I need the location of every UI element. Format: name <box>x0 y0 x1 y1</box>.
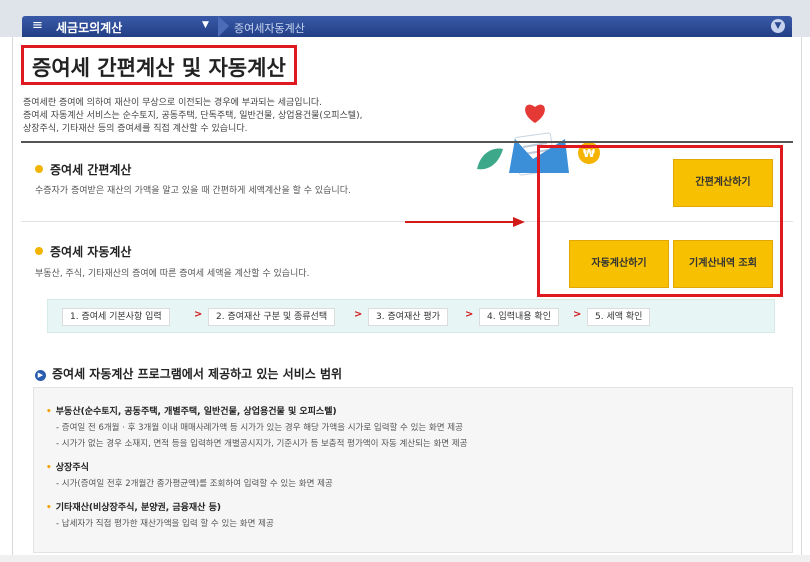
bullet-icon: • <box>46 503 52 513</box>
simple-calc-title: 증여세 간편계산 <box>50 163 132 177</box>
chevron-down-icon[interactable]: ▼ <box>202 20 209 30</box>
step-5: 5. 세액 확인 <box>587 308 651 326</box>
intro-line-1: 증여세란 증여에 의하여 재산이 무상으로 이전되는 경우에 부과되는 세금입니… <box>23 98 322 108</box>
step-3: 3. 증여재산 평가 <box>368 308 448 326</box>
chevron-right-icon: > <box>194 309 203 320</box>
scope-title: 증여세 자동계산 프로그램에서 제공하고 있는 서비스 범위 <box>52 367 343 381</box>
arrow-right-icon <box>513 217 525 227</box>
top-bar: ≡ 세금모의계산 ▼ 증여세자동계산 ▼ <box>0 0 810 37</box>
scope-item-label: 상장주식 <box>55 463 89 473</box>
process-steps: 1. 증여세 기본사항 입력 > 2. 증여재산 구분 및 종류선택 > 3. … <box>47 299 775 333</box>
arrow-circle-icon: ▶ <box>35 370 46 381</box>
step-4: 4. 입력내용 확인 <box>479 308 559 326</box>
scope-heading: ▶ 증여세 자동계산 프로그램에서 제공하고 있는 서비스 범위 <box>35 365 342 382</box>
intro-line-3: 상장주식, 기타재산 등의 증여세를 직접 계산할 수 있습니다. <box>23 124 248 134</box>
chevron-right-icon: > <box>465 309 474 320</box>
nav-separator <box>218 16 229 37</box>
simple-calc-desc: 수증자가 증여받은 재산의 가액을 알고 있을 때 간편하게 세액계산을 할 수… <box>35 186 351 196</box>
chevron-right-icon: > <box>573 309 582 320</box>
intro-line-2: 증여세 자동계산 서비스는 순수토지, 공동주택, 단독주택, 일반건물, 상업… <box>23 111 363 121</box>
scope-sub-item: - 증여일 전 6개월 · 후 3개월 이내 매매사례가액 등 시가가 있는 경… <box>56 423 463 433</box>
bullet-icon: • <box>46 463 52 473</box>
scope-sub-item: - 시가가 없는 경우 소재지, 면적 등을 입력하면 개별공시지가, 기준시가… <box>56 439 468 449</box>
bullet-icon <box>35 247 43 255</box>
page-title-highlight: 증여세 간편계산 및 자동계산 <box>21 45 297 85</box>
scope-item-label: 기타재산(비상장주식, 분양권, 금융재산 등) <box>55 503 221 513</box>
nav-subtitle[interactable]: 증여세자동계산 <box>234 20 305 36</box>
pointer-arrow <box>405 221 515 223</box>
bottom-bar <box>0 555 810 562</box>
heart-icon <box>525 104 545 123</box>
step-2: 2. 증여재산 구분 및 종류선택 <box>208 308 336 326</box>
auto-calc-title: 증여세 자동계산 <box>50 245 132 259</box>
scope-item-realestate: • 부동산(순수토지, 공동주택, 개별주택, 일반건물, 상업용건물 및 오피스… <box>46 404 337 417</box>
menu-icon[interactable]: ≡ <box>32 18 43 33</box>
scope-item-other-assets: • 기타재산(비상장주식, 분양권, 금융재산 등) <box>46 500 221 513</box>
chevron-down-circle-icon[interactable]: ▼ <box>771 19 785 33</box>
top-navigation: ≡ 세금모의계산 ▼ 증여세자동계산 ▼ <box>22 16 792 37</box>
simple-calc-heading: 증여세 간편계산 <box>35 161 131 178</box>
scope-item-listed-stock: • 상장주식 <box>46 460 89 473</box>
section-divider <box>21 141 793 143</box>
step-1: 1. 증여세 기본사항 입력 <box>62 308 170 326</box>
auto-calc-heading: 증여세 자동계산 <box>35 243 131 260</box>
scope-sub-item: - 시가(증여일 전후 2개월간 종가평균액)를 조회하여 입력할 수 있는 화… <box>56 479 333 489</box>
scope-sub-item: - 납세자가 직접 평가한 재산가액을 입력 할 수 있는 화면 제공 <box>56 519 274 529</box>
bullet-icon: • <box>46 407 52 417</box>
calc-history-button[interactable]: 기계산내역 조회 <box>673 240 773 288</box>
bullet-icon <box>35 165 43 173</box>
simple-calc-button[interactable]: 간편계산하기 <box>673 159 773 207</box>
scope-box: • 부동산(순수토지, 공동주택, 개별주택, 일반건물, 상업용건물 및 오피스… <box>33 387 793 553</box>
chevron-right-icon: > <box>354 309 363 320</box>
leaf-icon <box>477 148 503 170</box>
intro-text: 증여세란 증여에 의하여 재산이 무상으로 이전되는 경우에 부과되는 세금입니… <box>23 97 453 136</box>
auto-calc-desc: 부동산, 주식, 기타재산의 증여에 따른 증여세 세액을 계산할 수 있습니다… <box>35 269 310 279</box>
page-title: 증여세 간편계산 및 자동계산 <box>32 56 286 80</box>
scope-item-label: 부동산(순수토지, 공동주택, 개별주택, 일반건물, 상업용건물 및 오피스텔… <box>55 407 337 417</box>
nav-title[interactable]: 세금모의계산 <box>56 19 122 36</box>
main-content: 증여세 간편계산 및 자동계산 증여세란 증여에 의하여 재산이 무상으로 이전… <box>12 37 802 555</box>
auto-calc-button[interactable]: 자동계산하기 <box>569 240 669 288</box>
